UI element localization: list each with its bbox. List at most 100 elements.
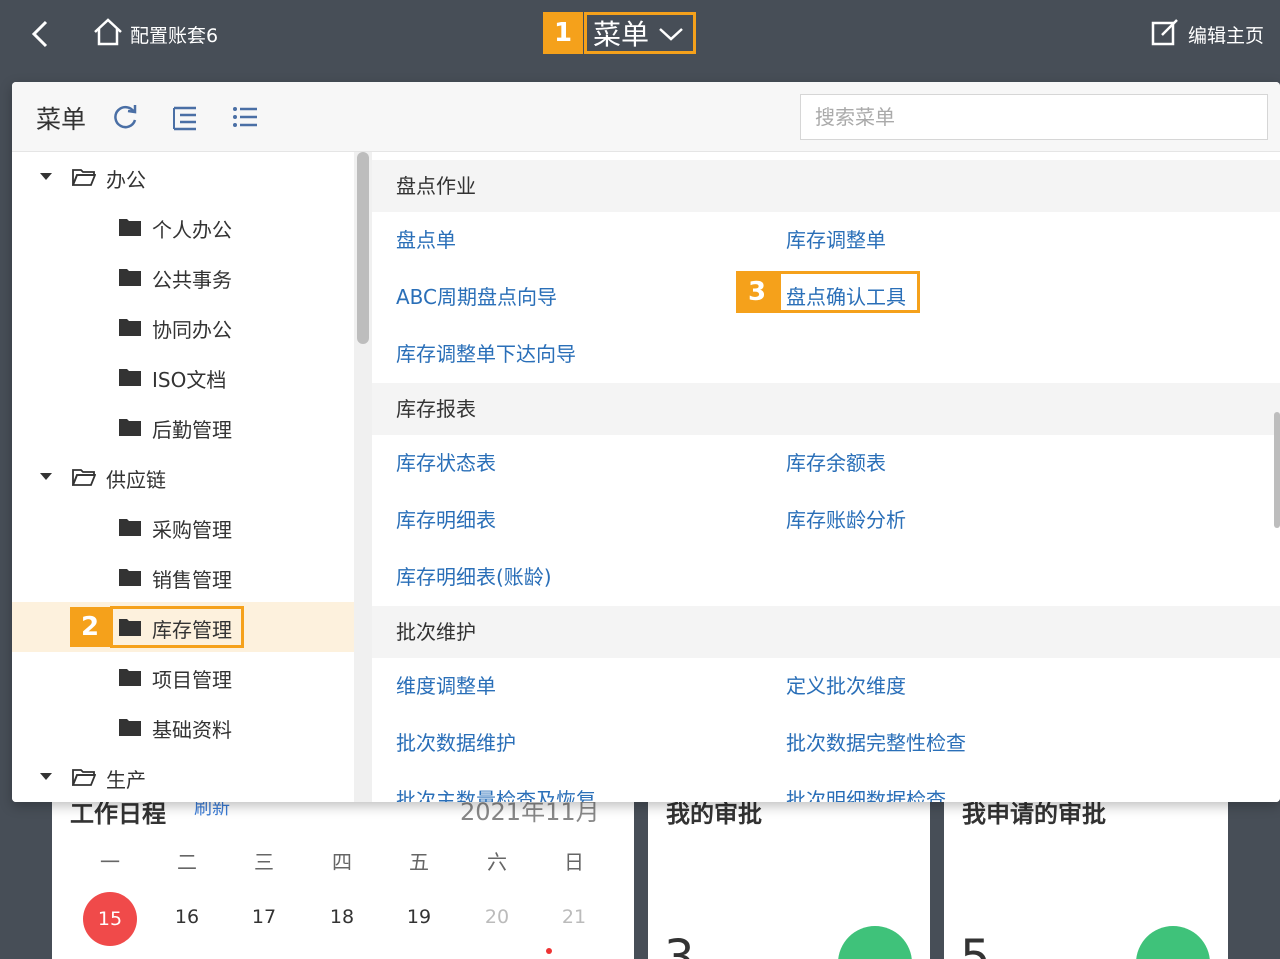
menu-link[interactable]: 批次数据完整性检查: [786, 727, 966, 756]
tree-label: 后勤管理: [152, 418, 232, 442]
menu-link-adjustment-release-wizard[interactable]: 库存调整单下达向导: [396, 338, 576, 367]
menu-link[interactable]: 批次明细数据检查: [786, 784, 946, 802]
folder-icon: [119, 419, 141, 436]
menu-title-label: 菜单: [593, 18, 650, 51]
tree-node[interactable]: 项目管理: [12, 652, 354, 702]
calendar-day[interactable]: 19: [399, 906, 439, 928]
tree-node[interactable]: 公共事务: [12, 252, 354, 302]
account-set-label: 配置账套6: [130, 24, 219, 47]
section-header: 批次维护: [372, 606, 1280, 658]
tree-label: 办公: [106, 168, 146, 192]
tree-label: 公共事务: [152, 268, 232, 292]
weekday-label: 三: [254, 850, 274, 874]
menu-dropdown-button[interactable]: 菜单: [584, 12, 696, 54]
calendar-day[interactable]: 18: [322, 906, 362, 928]
folder-icon: [119, 369, 141, 386]
search-menu-input[interactable]: [800, 94, 1268, 140]
folder-icon: [119, 619, 141, 636]
tree-label: 个人办公: [152, 218, 232, 242]
refresh-icon[interactable]: [110, 102, 140, 132]
menu-link[interactable]: 库存明细表: [396, 504, 496, 533]
event-dot: [546, 948, 552, 954]
folder-icon: [119, 669, 141, 686]
tree-node[interactable]: ISO文档: [12, 352, 354, 402]
weekday-label: 日: [564, 850, 584, 874]
approval-icon[interactable]: [838, 926, 912, 959]
tree-label: 销售管理: [152, 568, 232, 592]
back-icon[interactable]: [26, 18, 54, 50]
list-icon[interactable]: [230, 102, 260, 132]
tree-label: 项目管理: [152, 668, 232, 692]
menu-content: 盘点作业 盘点单 库存调整单 ABC周期盘点向导 3 盘点确认工具 库存调整单下…: [372, 152, 1280, 802]
menu-link-stocktake-confirm-tool[interactable]: 盘点确认工具: [786, 281, 906, 310]
weekday-label: 四: [332, 850, 352, 874]
home-link[interactable]: 配置账套6: [92, 17, 219, 52]
menu-link[interactable]: 批次主数量检查及恢复: [396, 784, 596, 802]
calendar-day[interactable]: 16: [167, 906, 207, 928]
menu-link[interactable]: 定义批次维度: [786, 670, 906, 699]
tree-node-inventory-selected[interactable]: 2 库存管理: [12, 602, 354, 652]
folder-icon: [119, 569, 141, 586]
tree-label: 协同办公: [152, 318, 232, 342]
weekday-label: 六: [487, 850, 507, 874]
tree-node-office[interactable]: 办公: [12, 152, 354, 202]
content-scroll-thumb[interactable]: [1274, 412, 1280, 528]
weekday-label: 五: [409, 850, 429, 874]
calendar-day[interactable]: 17: [244, 906, 284, 928]
tree-node[interactable]: 后勤管理: [12, 402, 354, 452]
weekday-label: 二: [177, 850, 197, 874]
calendar-day[interactable]: 20: [477, 906, 517, 928]
folder-icon: [119, 519, 141, 536]
panel-header: 菜单: [12, 82, 1280, 152]
edit-home-label: 编辑主页: [1187, 24, 1264, 47]
calendar-day[interactable]: 21: [554, 906, 594, 928]
tree-node[interactable]: 基础资料: [12, 702, 354, 752]
menu-link-inventory-adjustment[interactable]: 库存调整单: [786, 224, 886, 253]
tree-scroll-thumb[interactable]: [357, 152, 369, 344]
top-bar: 配置账套6 1 菜单 编辑主页: [0, 0, 1280, 70]
menu-link[interactable]: 库存明细表(账龄): [396, 561, 552, 590]
tree-label: 供应链: [106, 468, 166, 492]
folder-icon: [119, 719, 141, 736]
menu-link-stocktake-sheet[interactable]: 盘点单: [396, 224, 456, 253]
section-header: 盘点作业: [372, 160, 1280, 212]
folder-icon: [119, 319, 141, 336]
menu-link[interactable]: 批次数据维护: [396, 727, 516, 756]
caret-down-icon: [40, 173, 52, 180]
tree-node[interactable]: 协同办公: [12, 302, 354, 352]
calendar-day-today[interactable]: 15: [83, 892, 137, 946]
folder-open-icon: [72, 769, 96, 786]
menu-link[interactable]: 库存账龄分析: [786, 504, 906, 533]
tree-node[interactable]: 个人办公: [12, 202, 354, 252]
panel-title: 菜单: [36, 105, 87, 134]
folder-open-icon: [72, 169, 96, 186]
step-badge-1: 1: [543, 12, 583, 54]
section-header: 库存报表: [372, 383, 1280, 435]
menu-link[interactable]: 维度调整单: [396, 670, 496, 699]
caret-down-icon: [40, 473, 52, 480]
tree-label: 库存管理: [152, 618, 232, 642]
tree-label: 基础资料: [152, 718, 232, 742]
edit-home-button[interactable]: 编辑主页: [1150, 18, 1264, 50]
tree-label: ISO文档: [152, 368, 227, 392]
menu-link[interactable]: 库存余额表: [786, 447, 886, 476]
folder-icon: [119, 219, 141, 236]
step-badge-3: 3: [736, 271, 778, 313]
chevron-down-icon: [657, 17, 685, 50]
my-request-card: 我申请的审批 5: [944, 780, 1228, 959]
expand-tree-icon[interactable]: [170, 102, 200, 132]
tree-node[interactable]: 采购管理: [12, 502, 354, 552]
menu-link-abc-cycle-count[interactable]: ABC周期盘点向导: [396, 281, 557, 310]
tree-node-supply-chain[interactable]: 供应链: [12, 452, 354, 502]
tree-node[interactable]: 销售管理: [12, 552, 354, 602]
home-icon: [92, 17, 124, 52]
request-icon[interactable]: [1136, 926, 1210, 959]
schedule-card: 工作日程 刷新 2021年11月 一 二 三 四 五 六 日 15 16 17 …: [52, 780, 634, 959]
menu-link[interactable]: 库存状态表: [396, 447, 496, 476]
approval-count: 3: [664, 930, 695, 959]
weekday-label: 一: [100, 850, 120, 874]
tree-node-production[interactable]: 生产: [12, 752, 354, 802]
menu-tree: 办公 个人办公 公共事务 协同办公 ISO文档 后勤管理 供应链 采购管理 销售…: [12, 152, 354, 802]
caret-down-icon: [40, 773, 52, 780]
tree-scrollbar[interactable]: [354, 152, 372, 802]
